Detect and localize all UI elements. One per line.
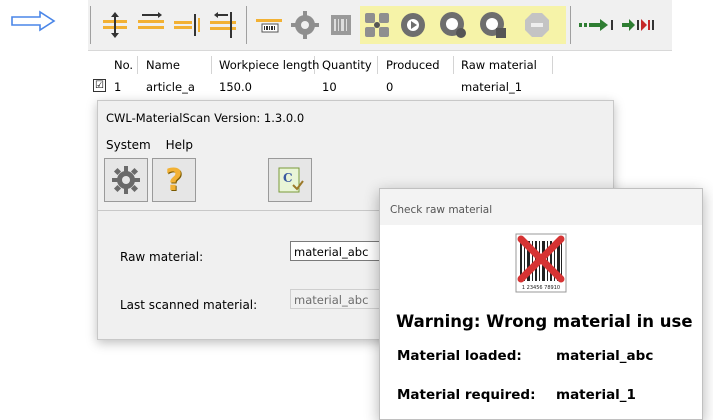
scan-search-icon[interactable] xyxy=(436,8,470,42)
scan-check-icon[interactable] xyxy=(476,8,510,42)
raw-material-input[interactable]: material_abc xyxy=(290,241,380,261)
pointer-arrow-icon xyxy=(10,10,56,36)
svg-text:C: C xyxy=(283,171,293,185)
material-loaded-label: Material loaded: xyxy=(397,348,522,364)
barcode-strip-icon[interactable] xyxy=(252,8,286,42)
cell-no: 1 xyxy=(114,80,122,94)
column-header-length[interactable]: Workpiece length xyxy=(215,56,319,74)
menu-system[interactable]: System xyxy=(106,138,151,152)
material-required-value: material_1 xyxy=(556,387,636,403)
column-header-name[interactable]: Name xyxy=(142,56,212,74)
align-left-icon[interactable] xyxy=(134,8,168,42)
menu-help[interactable]: Help xyxy=(166,138,193,152)
toolbar-separator xyxy=(90,6,91,44)
dialog-titlebar: Check raw material xyxy=(380,189,702,225)
row-checkbox[interactable]: ☑ xyxy=(93,79,106,92)
raw-material-label: Raw material: xyxy=(120,250,204,264)
material-loaded-value: material_abc xyxy=(556,348,654,364)
help-button[interactable]: ? xyxy=(152,158,196,202)
window-title: CWL-MaterialScan Version: 1.3.0.0 xyxy=(106,111,305,125)
menu-bar: System Help xyxy=(106,138,204,152)
round-arrow-icon[interactable] xyxy=(396,8,430,42)
cell-length: 150.0 xyxy=(219,80,252,94)
dialog-title: Check raw material xyxy=(390,204,493,216)
cell-raw-material: material_1 xyxy=(461,80,523,94)
toolbar-separator xyxy=(570,6,571,44)
scan-disabled-icon[interactable] xyxy=(324,8,358,42)
column-header-produced[interactable]: Produced xyxy=(382,56,454,74)
align-right-icon[interactable] xyxy=(170,8,204,42)
cell-name: article_a xyxy=(146,80,195,94)
warning-message: Warning: Wrong material in use xyxy=(396,312,693,331)
align-both-icon[interactable] xyxy=(206,8,240,42)
last-scanned-label: Last scanned material: xyxy=(120,298,258,312)
stop-disabled-icon[interactable] xyxy=(520,8,554,42)
skip-red-icon[interactable] xyxy=(618,8,658,42)
toolbar-separator xyxy=(246,6,247,44)
gear-disabled-icon[interactable] xyxy=(288,8,322,42)
gear-icon xyxy=(112,166,140,194)
column-header-quantity[interactable]: Quantity xyxy=(318,56,378,74)
column-header-raw-material[interactable]: Raw material xyxy=(457,56,553,74)
settings-button[interactable] xyxy=(104,158,148,202)
document-check-icon: C xyxy=(278,167,304,193)
material-required-label: Material required: xyxy=(397,387,536,403)
cell-produced: 0 xyxy=(386,80,394,94)
network-disabled-icon[interactable] xyxy=(360,8,394,42)
article-table: No. Name Workpiece length Quantity Produ… xyxy=(88,52,608,98)
column-header-no[interactable]: No. xyxy=(110,56,138,74)
check-material-dialog: Check raw material 1 23456 78910 Warning… xyxy=(379,188,703,420)
material-check-button[interactable]: C xyxy=(268,158,312,202)
split-vertical-icon[interactable] xyxy=(98,8,132,42)
forward-green-icon[interactable] xyxy=(576,8,616,42)
barcode-number: 1 23456 78910 xyxy=(522,285,560,291)
last-scanned-field: material_abc xyxy=(290,289,380,309)
question-mark-icon: ? xyxy=(165,162,183,198)
main-toolbar xyxy=(88,0,672,51)
barcode-error-icon: 1 23456 78910 xyxy=(515,233,567,293)
cell-quantity: 10 xyxy=(322,80,337,94)
